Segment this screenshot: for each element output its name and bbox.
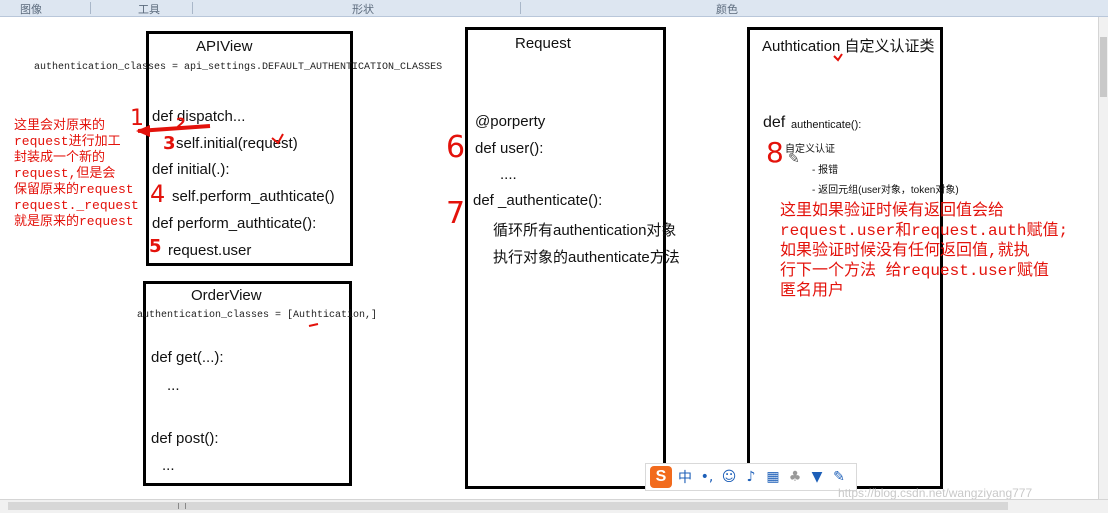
toolbar-divider [520,2,521,14]
left-note-line: request,但是会 [14,166,116,181]
shirt-icon[interactable]: ▼ [808,469,826,485]
right-annotation: 这里如果验证时候有返回值会给 request.user和request.auth… [780,201,1068,301]
toolbar-colors-label[interactable]: 颜色 [716,1,738,17]
auth-method-name: authenticate(): [791,119,862,131]
left-note-line: 保留原来的request [14,182,134,197]
skin-icon[interactable]: ♣ [786,469,804,485]
apiview-line-initial-call: self.initial(request) [176,135,298,152]
request-line-execute: 执行对象的authenticate方法 [493,249,680,266]
step-number-6: 6 [446,130,466,165]
request-line-loop: 循环所有authentication对象 [493,222,677,239]
auth-item-return-tuple: - 返回元组(user对象，token对象) [812,185,959,196]
vertical-scroll-thumb[interactable] [1100,37,1107,97]
apiview-line-initial-def: def initial(.): [152,161,230,178]
request-title: Request [515,35,571,52]
orderview-config-line: authentication_classes = [Authtication,] [137,310,378,321]
step-number-7: 7 [446,196,466,231]
step-number-4: 4 [150,180,166,208]
left-note-line: 这里会对原来的 [14,118,106,133]
right-note-line: 行下一个方法 给request.user赋值 [780,262,1049,280]
step-number-2: 2 [176,116,186,132]
step-number-8: 8 [766,136,784,169]
toolbar-tools-label[interactable]: 工具 [138,1,160,17]
horizontal-scrollbar[interactable] [0,499,1108,513]
toolbar-divider [192,2,193,14]
request-line-user: def user(): [475,140,544,157]
apiview-line-perform-def: def perform_authticate(): [152,215,317,232]
keyboard-icon[interactable]: ▦ [764,469,782,485]
request-line-ellipsis: .... [500,166,517,183]
request-line-authenticate: def _authenticate(): [473,192,603,209]
emoji-icon[interactable]: ☺ [720,469,738,485]
apiview-config-line: authentication_classes = api_settings.DE… [34,62,443,73]
right-note-line: 如果验证时候没有任何返回值,就执 [780,242,1030,260]
auth-item-raise: - 报错 [812,165,839,176]
orderview-line-post-body: ... [162,457,175,474]
toolbar-shapes-label[interactable]: 形状 [352,1,374,17]
right-note-line: 匿名用户 [780,282,845,300]
horizontal-scroll-thumb[interactable] [8,502,1008,510]
step-number-1: 1 [130,106,144,131]
top-toolbar: 图像 工具 形状 颜色 [0,0,1108,17]
mic-icon[interactable]: ♪ [742,469,760,485]
sogou-logo-icon[interactable]: S [650,466,672,488]
pencil-icon: ✎ [788,150,800,166]
apiview-line-perform-call: self.perform_authticate() [172,188,335,205]
step-number-3: 3 [163,133,176,154]
left-note-line: request进行加工 [14,134,121,149]
punctuation-icon[interactable]: •, [698,469,716,485]
orderview-title: OrderView [191,287,262,304]
auth-def-keyword: def [763,114,786,131]
request-line-property: @porperty [475,113,546,130]
step-number-5: 5 [149,236,162,257]
right-note-line: 这里如果验证时候有返回值会给 [780,202,1005,220]
left-annotation: 这里会对原来的 request进行加工 封装成一个新的 request,但是会 … [14,118,139,230]
right-note-line: request.user和request.auth赋值; [780,222,1069,240]
vertical-scrollbar[interactable] [1098,17,1108,499]
orderview-line-get: def get(...): [151,349,224,366]
authtication-title: Authtication 自定义认证类 [762,38,935,55]
left-note-line: 就是原来的request [14,214,134,229]
apiview-title: APIView [196,38,253,55]
apiview-line-request-user: request.user [168,242,252,259]
toolbar-divider [90,2,91,14]
toolbar-image-label[interactable]: 图像 [20,1,42,17]
watermark: https://blog.csdn.net/wangziyang777 [838,486,1033,500]
left-note-line: 封装成一个新的 [14,150,106,165]
ime-toolbar: S 中 •, ☺ ♪ ▦ ♣ ▼ ✎ [645,463,857,491]
language-toggle[interactable]: 中 [676,467,694,487]
left-note-line: request._request [14,198,139,213]
orderview-line-get-body: ... [167,377,180,394]
orderview-line-post: def post(): [151,430,219,447]
wrench-icon[interactable]: ✎ [830,469,848,485]
apiview-line-dispatch: def dispatch... [152,108,246,125]
